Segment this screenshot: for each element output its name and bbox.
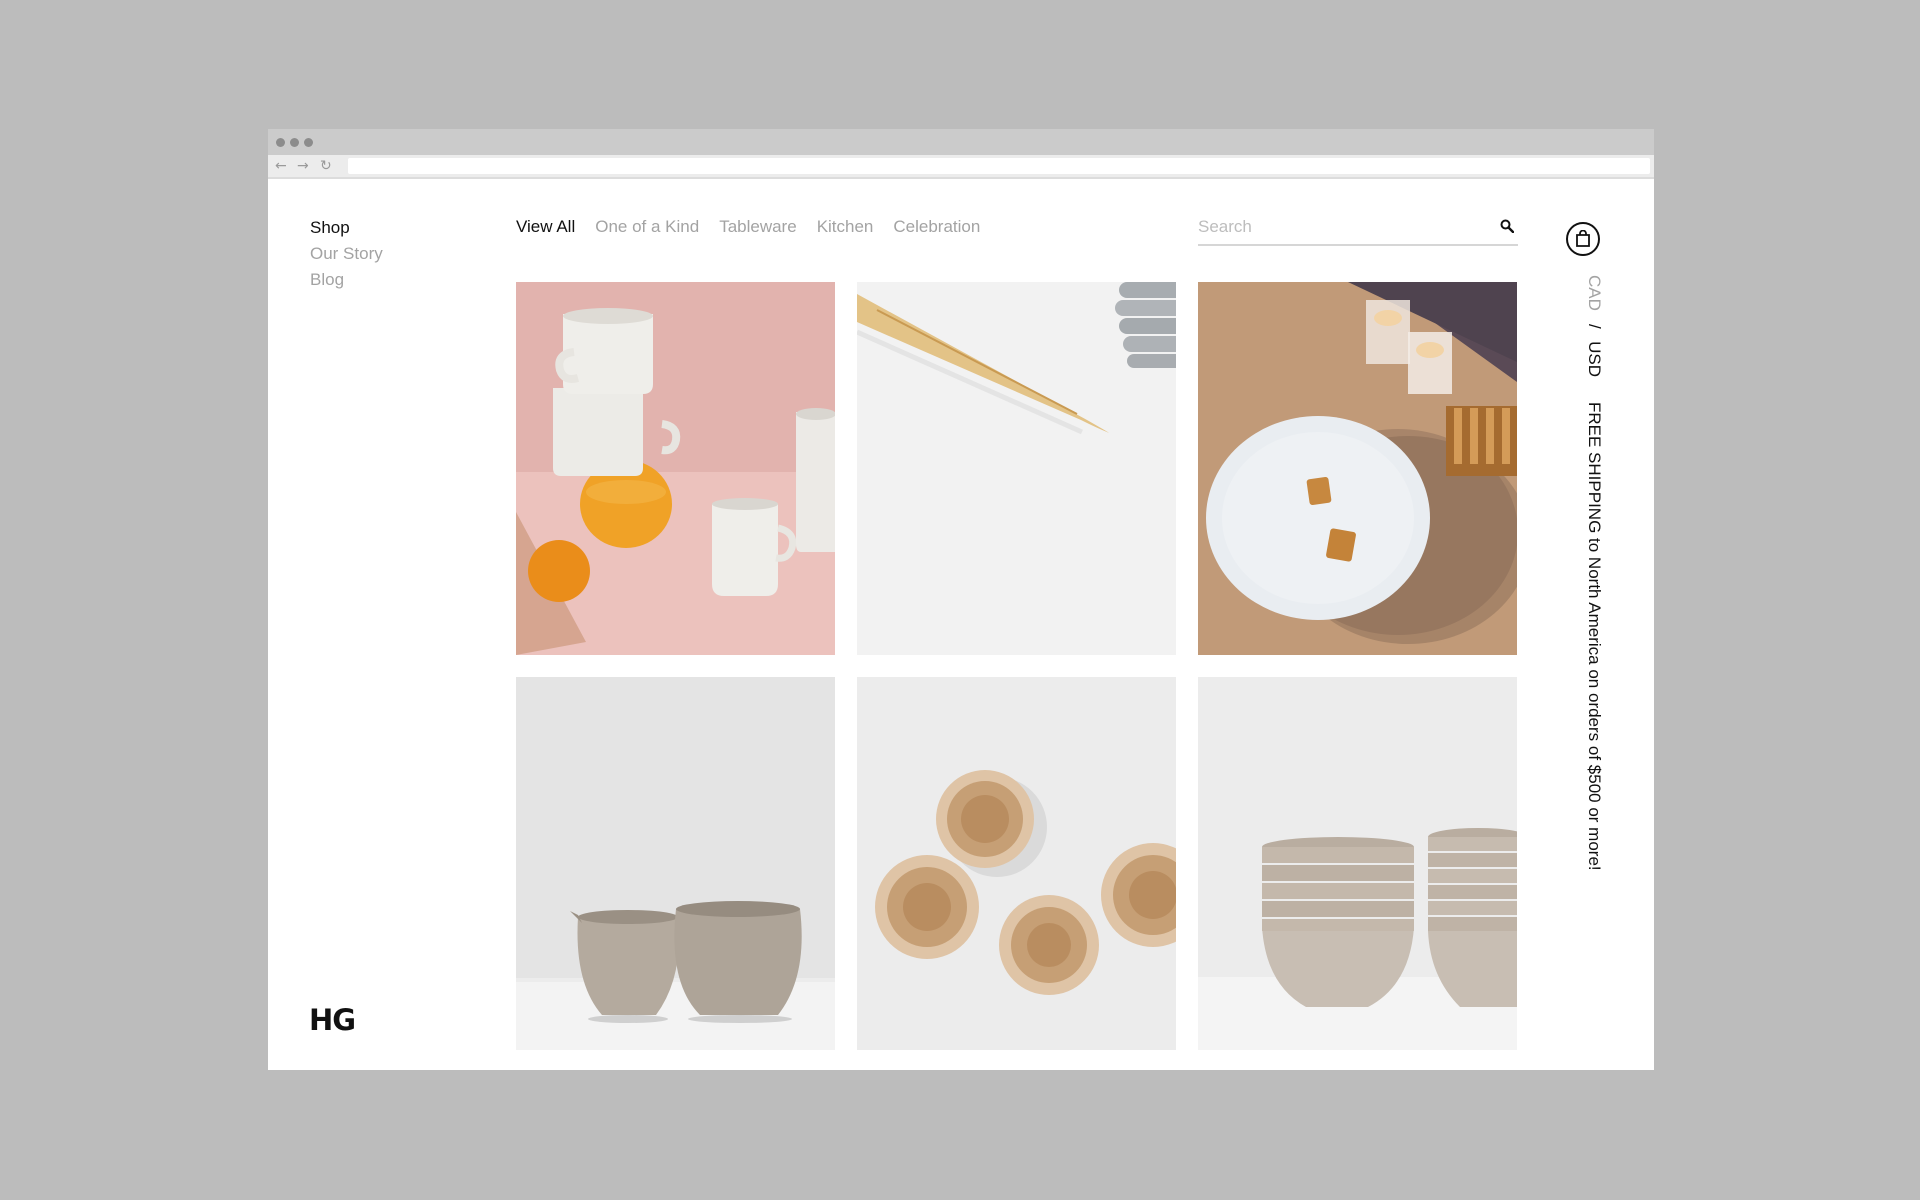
product-grid — [516, 282, 1517, 1050]
back-arrow-icon[interactable]: ← — [275, 157, 287, 175]
search-input[interactable] — [1198, 213, 1478, 241]
tab-one-of-a-kind[interactable]: One of a Kind — [595, 217, 699, 237]
sidebar-item-our-story[interactable]: Our Story — [310, 241, 383, 267]
search-icon[interactable] — [1500, 219, 1514, 233]
category-tabs: View All One of a Kind Tableware Kitchen… — [516, 217, 980, 237]
currency-separator: / — [1585, 323, 1604, 329]
brand-logo[interactable]: HG — [309, 1003, 356, 1037]
forward-arrow-icon[interactable]: → — [297, 157, 309, 175]
window-dot[interactable] — [276, 138, 285, 147]
sidebar-item-blog[interactable]: Blog — [310, 267, 383, 293]
browser-toolbar: ← → ↻ — [268, 155, 1654, 179]
reload-icon[interactable]: ↻ — [320, 157, 332, 175]
window-title-bar — [268, 129, 1654, 155]
currency-cad[interactable]: CAD — [1585, 275, 1604, 311]
product-image-stoneware-pitchers[interactable] — [516, 677, 835, 1050]
currency-and-shipping: CAD / USD FREE SHIPPING to North America… — [1584, 275, 1604, 870]
tab-celebration[interactable]: Celebration — [893, 217, 980, 237]
browser-window: ← → ↻ Shop Our Story Blog HG View All On… — [268, 129, 1654, 1070]
tab-view-all[interactable]: View All — [516, 217, 575, 237]
product-image-mugs-oranges[interactable] — [516, 282, 835, 655]
cart-button[interactable] — [1566, 222, 1600, 256]
address-bar[interactable] — [348, 158, 1650, 174]
sidebar-nav: Shop Our Story Blog — [310, 215, 383, 293]
tab-tableware[interactable]: Tableware — [719, 217, 797, 237]
currency-usd[interactable]: USD — [1585, 341, 1604, 377]
product-image-wooden-bowls[interactable] — [857, 677, 1176, 1050]
sidebar-item-shop[interactable]: Shop — [310, 215, 383, 241]
shopping-bag-icon — [1576, 230, 1590, 247]
product-image-plate-crackers[interactable] — [1198, 282, 1517, 655]
shipping-notice: FREE SHIPPING to North America on orders… — [1585, 401, 1604, 871]
product-image-stacked-bowls[interactable] — [1198, 677, 1517, 1050]
search-box — [1198, 213, 1518, 246]
tab-kitchen[interactable]: Kitchen — [817, 217, 874, 237]
product-image-wooden-spatula[interactable] — [857, 282, 1176, 655]
window-dot[interactable] — [304, 138, 313, 147]
window-dot[interactable] — [290, 138, 299, 147]
